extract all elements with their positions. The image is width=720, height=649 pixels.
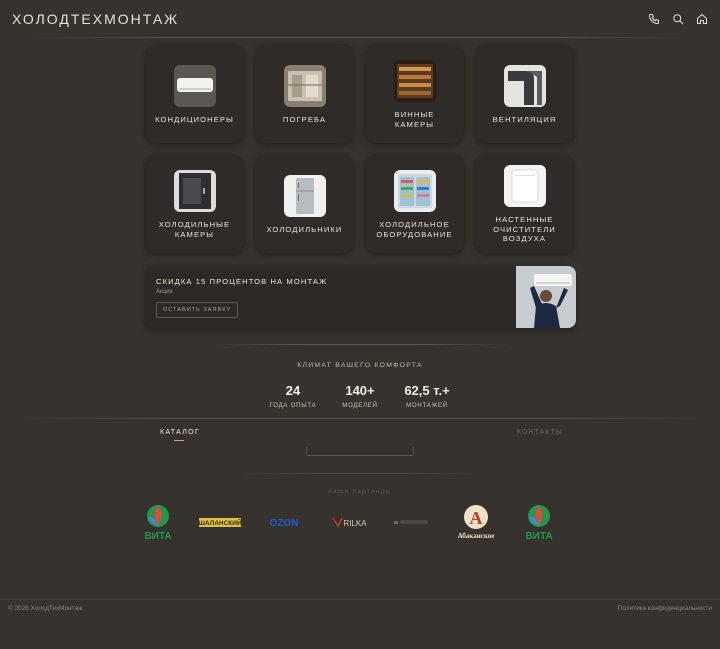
category-label: ХОЛОДИЛЬНОЕ ОБОРУДОВАНИЕ [376,220,453,239]
ventilation-image [503,64,546,107]
partner-logo-text: ВИТА [144,531,171,541]
phone-icon[interactable] [648,13,660,25]
promo-banner: СКИДКА 15 ПРОЦЕНТОВ НА МОНТАЖ Акция ОСТА… [145,266,576,328]
partner-logo-text: ШАЛАНСКИЙ [198,518,242,527]
category-card-air-purifiers[interactable]: НАСТЕННЫЕ ОЧИСТИТЕЛИ ВОЗДУХА [475,154,574,253]
footer-copyright: © 2026 ХолодТехМонтаж [8,605,83,612]
wine-cabinet-image [393,60,436,102]
category-grid: КОНДИЦИОНЕРЫ ПОГРЕБА ВИННЫЕ КАМЕРЫ ВЕНТИ… [145,44,576,253]
category-label: ВИННЫЕ КАМЕРЫ [394,110,435,129]
partner-logos: ВИТА ШАЛАНСКИЙ OZON RILKA А Абаканское В… [0,502,720,542]
partner-logo-text: ВИТА [525,531,552,541]
partners-divider [240,473,480,474]
partner-logo-ozon[interactable]: OZON [266,502,302,542]
partner-logo-shalanskiy[interactable]: ШАЛАНСКИЙ [198,502,242,542]
partner-logo-text: Абаканское [458,532,495,540]
brand-logo[interactable]: ХОЛОДТЕХМОНТАЖ [12,11,179,27]
category-label: НАСТЕННЫЕ ОЧИСТИТЕЛИ ВОЗДУХА [493,215,556,244]
category-card-cellars[interactable]: ПОГРЕБА [255,44,354,143]
header-divider [30,37,690,38]
fridge-image [283,174,326,217]
cellar-image [283,64,326,107]
category-card-fridges[interactable]: ХОЛОДИЛЬНИКИ [255,154,354,253]
nav-catalog-link[interactable]: КАТАЛОГ [160,429,200,436]
catalog-dropdown-frame [306,447,414,456]
display-fridge-image [393,170,436,212]
air-conditioner-image [173,64,216,107]
search-icon[interactable] [672,13,684,25]
category-card-ventilation[interactable]: ВЕНТИЛЯЦИЯ [475,44,574,143]
promo-subtitle: Акция [156,289,173,295]
privacy-policy-link[interactable]: Политика конфиденциальности [618,605,712,612]
partner-logo-text: RILKA [343,519,367,528]
nav-active-underline [174,440,184,441]
header-icons [648,13,708,25]
category-label: ПОГРЕБА [282,114,327,124]
footer-divider [0,599,720,600]
leave-request-button[interactable]: ОСТАВИТЬ ЗАЯВКУ [156,302,238,318]
partner-logo-rilka[interactable]: RILKA [330,502,370,542]
stat-value: 62,5 т.+ [404,383,450,398]
cold-room-image [173,170,216,212]
category-label: ХОЛОДИЛЬНИКИ [266,224,343,234]
svg-text:А: А [470,508,483,528]
partner-logo-abakanskoe[interactable]: А Абаканское [456,502,496,542]
site-header: ХОЛОДТЕХМОНТАЖ [0,0,720,38]
air-purifier-image [503,165,546,208]
promo-title: СКИДКА 15 ПРОЦЕНТОВ НА МОНТАЖ [156,277,328,286]
category-card-cold-rooms[interactable]: ХОЛОДИЛЬНЫЕ КАМЕРЫ [145,154,244,253]
partners-title: наши партнеры [328,488,392,495]
category-label: ВЕНТИЛЯЦИЯ [492,114,557,124]
stats-row: 24 ГОДА ОПЫТА 140+ МОДЕЛЕЙ 62,5 т.+ МОНТ… [0,383,720,413]
section-divider [210,344,510,345]
partner-logo-vita[interactable]: ВИТА [143,502,173,542]
partner-logo-unknown[interactable] [392,502,432,542]
home-icon[interactable] [696,13,708,25]
category-label: ХОЛОДИЛЬНЫЕ КАМЕРЫ [158,220,231,239]
category-label: КОНДИЦИОНЕРЫ [155,114,234,124]
tagline: КЛИМАТ ВАШЕГО КОМФОРТА [297,362,423,369]
partner-logo-text: OZON [270,518,299,529]
category-card-air-conditioners[interactable]: КОНДИЦИОНЕРЫ [145,44,244,143]
stat-label: МОНТАЖЕЙ [406,403,448,409]
category-card-refrigeration-equipment[interactable]: ХОЛОДИЛЬНОЕ ОБОРУДОВАНИЕ [365,154,464,253]
nav-contacts-link[interactable]: КОНТАКТЫ [517,429,563,436]
category-card-wine-rooms[interactable]: ВИННЫЕ КАМЕРЫ [365,44,464,143]
stat-installations: 62,5 т.+ МОНТАЖЕЙ [387,383,467,409]
promo-installer-image [516,266,576,328]
partner-logo-vita-2[interactable]: ВИТА [524,502,554,542]
stats-divider [20,418,700,419]
